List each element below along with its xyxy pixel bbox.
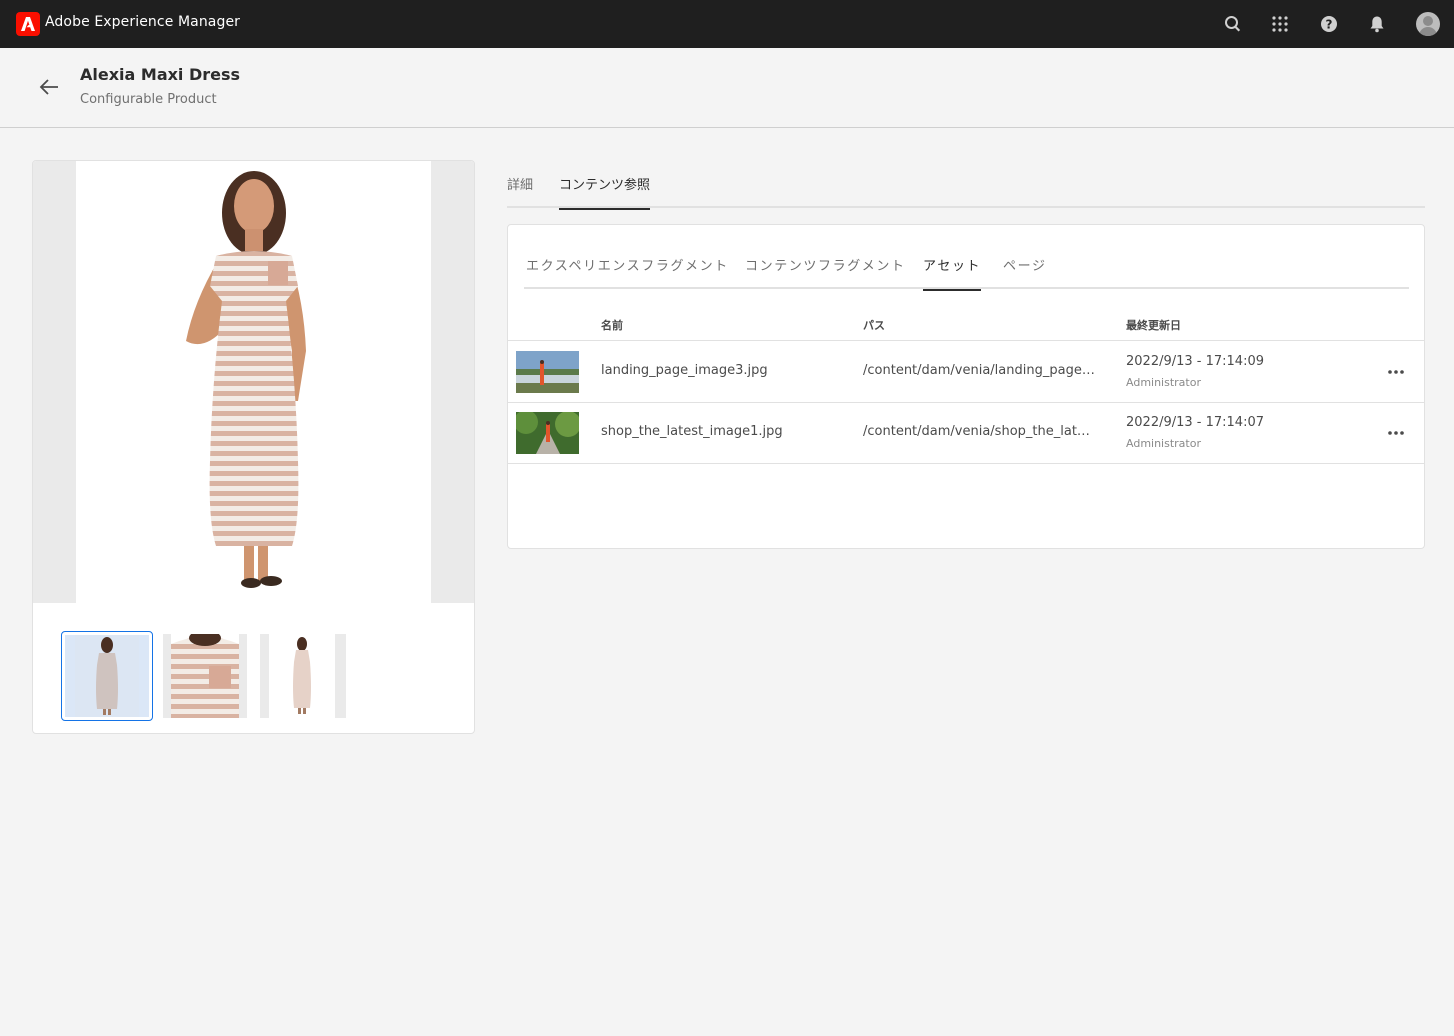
table-header: 名前 パス 最終更新日 <box>508 305 1424 341</box>
column-header-path[interactable]: パス <box>863 317 885 333</box>
asset-name: shop_the_latest_image1.jpg <box>601 424 783 439</box>
reference-type-tabs: エクスペリエンスフラグメント コンテンツフラグメント アセット ページ <box>524 241 1409 291</box>
notification-bell-icon[interactable] <box>1365 12 1389 36</box>
tab-experience-fragments[interactable]: エクスペリエンスフラグメント <box>526 255 729 289</box>
user-avatar[interactable] <box>1416 12 1440 36</box>
asset-modified-by: Administrator <box>1126 437 1201 450</box>
help-icon[interactable]: ? <box>1317 12 1341 36</box>
thumbnail-closeup[interactable] <box>163 631 247 721</box>
more-options-icon[interactable] <box>1384 423 1408 443</box>
asset-modified-by: Administrator <box>1126 376 1201 389</box>
thumbnail-full-front[interactable] <box>61 631 153 721</box>
asset-thumbnail <box>516 351 579 393</box>
asset-path: /content/dam/venia/shop_the_latest_image… <box>863 424 1095 439</box>
asset-thumbnail <box>516 412 579 454</box>
tab-content-references[interactable]: コンテンツ参照 <box>559 174 651 210</box>
asset-modified-date: 2022/9/13 - 17:14:09 <box>1126 354 1264 369</box>
thumbnail-back[interactable] <box>260 631 346 721</box>
more-options-icon[interactable] <box>1384 362 1408 382</box>
app-title[interactable]: Adobe Experience Manager <box>45 14 240 30</box>
product-main-image <box>33 161 474 603</box>
page-title: Alexia Maxi Dress <box>80 65 241 84</box>
content-references-panel: エクスペリエンスフラグメント コンテンツフラグメント アセット ページ 名前 パ… <box>507 224 1425 549</box>
column-header-modified[interactable]: 最終更新日 <box>1126 317 1181 333</box>
tab-content-fragments[interactable]: コンテンツフラグメント <box>745 255 906 289</box>
tab-details[interactable]: 詳細 <box>507 174 533 208</box>
page-header: Alexia Maxi Dress Configurable Product <box>0 48 1454 128</box>
asset-path: /content/dam/venia/landing_page_image3.j… <box>863 363 1095 378</box>
search-icon[interactable] <box>1221 12 1245 36</box>
asset-name: landing_page_image3.jpg <box>601 363 768 378</box>
column-header-name[interactable]: 名前 <box>601 317 623 333</box>
product-image-card <box>32 160 475 734</box>
adobe-logo-icon[interactable] <box>16 12 40 36</box>
asset-modified-date: 2022/9/13 - 17:14:07 <box>1126 415 1264 430</box>
main-tabs: 詳細 コンテンツ参照 <box>507 160 1425 210</box>
table-row[interactable]: shop_the_latest_image1.jpg /content/dam/… <box>508 403 1424 464</box>
shell-bar: Adobe Experience Manager ? <box>0 0 1454 48</box>
tab-pages[interactable]: ページ <box>1003 255 1047 289</box>
back-arrow-icon[interactable] <box>38 76 60 98</box>
table-row[interactable]: landing_page_image3.jpg /content/dam/ven… <box>508 342 1424 403</box>
apps-grid-icon[interactable] <box>1268 12 1292 36</box>
tab-assets[interactable]: アセット <box>923 255 982 291</box>
svg-text:?: ? <box>1326 18 1333 32</box>
page-subtitle: Configurable Product <box>80 92 217 107</box>
